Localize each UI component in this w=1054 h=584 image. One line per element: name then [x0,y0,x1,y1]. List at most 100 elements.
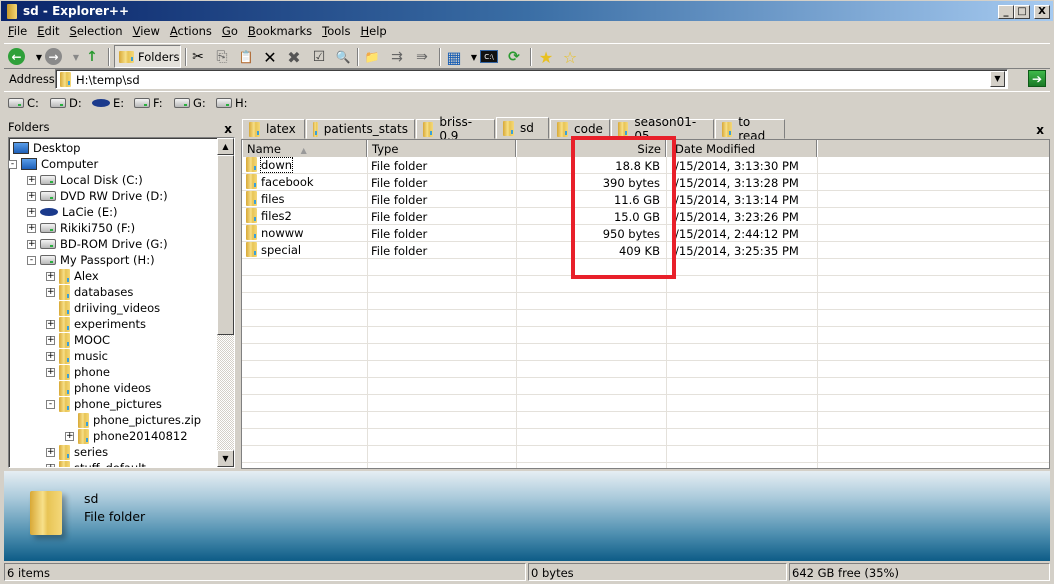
delete-icon[interactable]: ✕ [260,47,280,67]
column-size[interactable]: Size [516,140,666,157]
up-folder-icon[interactable]: ↑ [82,47,102,67]
file-row[interactable]: down File folder 18.8 KB/15/2014, 3:13:30 … [242,157,1049,174]
views-icon[interactable]: ▦ [444,47,464,67]
copy-icon[interactable]: ⎘ [212,47,232,67]
tree-scrollbar[interactable]: ▲ ▼ [217,138,234,467]
expand-icon[interactable]: + [46,320,55,329]
refresh-icon[interactable]: ⟳ [504,47,524,67]
tab-patients-stats[interactable]: patients_stats [306,119,415,139]
tree-node[interactable]: series [59,444,108,460]
menu-selection[interactable]: Selection [64,22,127,38]
back-icon[interactable]: ← [8,48,25,65]
collapse-icon[interactable]: - [9,160,17,169]
tab-code[interactable]: code [550,119,610,139]
address-input[interactable]: H:\temp\sd ▼ [55,69,1008,89]
tree-node[interactable]: experiments [59,316,146,332]
expand-icon[interactable]: + [46,368,55,377]
file-row[interactable]: files File folder 11.6 GB/15/2014, 3:13:14… [242,191,1049,208]
tree-node[interactable]: Alex [59,268,99,284]
expand-icon[interactable]: + [46,352,55,361]
expand-icon[interactable]: + [27,208,36,217]
tree-node[interactable]: My Passport (H:) [40,252,155,268]
menu-view[interactable]: View [127,22,164,38]
column-name[interactable]: Name ▲ [242,140,367,157]
move-to-icon[interactable]: ⇛ [412,47,432,67]
tree-node[interactable]: Computer [21,156,98,172]
cut-icon[interactable]: ✂ [188,47,208,67]
expand-icon[interactable]: + [46,272,55,281]
file-row[interactable]: facebook File folder 390 bytes/15/2014, 3:… [242,174,1049,191]
file-row[interactable]: nowww File folder 950 bytes/15/2014, 2:44:… [242,225,1049,242]
tree-node[interactable]: MOOC [59,332,110,348]
expand-icon[interactable]: + [46,448,55,457]
expand-icon[interactable]: + [46,288,55,297]
tab-season01-05[interactable]: season01-05 [611,115,714,143]
drive-h-button[interactable]: H: [216,96,248,110]
expand-icon[interactable]: + [27,240,36,249]
delete-permanently-icon[interactable]: ✖ [284,47,304,67]
drive-c-button[interactable]: C: [8,96,39,110]
bookmarks-icon[interactable]: ☆ [560,47,580,67]
command-prompt-icon[interactable]: C:\ [480,50,498,63]
expand-icon[interactable]: + [65,432,74,441]
collapse-icon[interactable]: - [27,256,36,265]
go-button[interactable]: ➔ [1028,70,1046,87]
add-bookmark-icon[interactable]: ★ [536,47,556,67]
search-icon[interactable]: 🔍 [333,47,353,67]
tree-node[interactable]: phone20140812 [78,428,188,444]
close-folders-pane-icon[interactable]: x [224,122,232,136]
new-folder-icon[interactable]: 📁 [362,47,382,67]
tree-node[interactable]: driiving_videos [59,300,160,316]
column-date-modified[interactable]: Date Modified [666,140,817,157]
menu-actions[interactable]: Actions [164,22,216,38]
expand-icon[interactable]: + [27,192,36,201]
scroll-down-icon[interactable]: ▼ [217,450,234,467]
tree-node[interactable]: BD-ROM Drive (G:) [40,236,168,252]
expand-icon[interactable]: + [46,464,55,467]
file-row[interactable]: special File folder 409 KB/15/2014, 3:25:3… [242,242,1049,259]
tab-briss-0-9[interactable]: briss-0.9 [416,115,495,143]
menu-help[interactable]: Help [354,22,390,38]
tree-node[interactable]: phone videos [59,380,151,396]
collapse-icon[interactable]: - [46,400,55,409]
drive-f-button[interactable]: F: [134,96,163,110]
tree-node[interactable]: phone_pictures [59,396,162,412]
minimize-button[interactable]: _ [998,5,1014,19]
tree-node[interactable]: phone [59,364,110,380]
tree-node[interactable]: databases [59,284,133,300]
close-tab-icon[interactable]: x [1036,123,1044,137]
expand-icon[interactable]: + [27,224,36,233]
tree-node[interactable]: Local Disk (C:) [40,172,143,188]
file-row[interactable]: files2 File folder 15.0 GB/15/2014, 3:23:2… [242,208,1049,225]
drive-e-button[interactable]: E: [92,96,124,110]
tab-latex[interactable]: latex [242,119,305,139]
folders-toggle-button[interactable]: Folders [114,45,181,68]
drive-d-button[interactable]: D: [50,96,82,110]
tree-node[interactable]: music [59,348,108,364]
tree-node[interactable]: phone_pictures.zip [78,412,201,428]
scroll-thumb[interactable] [217,155,234,335]
expand-icon[interactable]: + [27,176,36,185]
menu-tools[interactable]: Tools [316,22,354,38]
copy-to-icon[interactable]: ⇉ [387,47,407,67]
column-type[interactable]: Type [367,140,516,157]
tree-node[interactable]: stuff_default [59,460,146,467]
paste-icon[interactable]: 📋 [236,47,256,67]
tab-sd[interactable]: sd [496,117,549,139]
forward-icon[interactable]: → [45,48,62,65]
properties-icon[interactable]: ☑ [309,47,329,67]
tree-node[interactable]: Desktop [13,140,80,156]
tab-to-read[interactable]: to read [715,115,785,143]
tree-node[interactable]: DVD RW Drive (D:) [40,188,168,204]
menu-file[interactable]: File [2,22,31,38]
tree-node[interactable]: Rikiki750 (F:) [40,220,135,236]
drive-g-button[interactable]: G: [174,96,206,110]
scroll-up-icon[interactable]: ▲ [217,138,234,155]
expand-icon[interactable]: + [46,336,55,345]
maximize-button[interactable]: □ [1014,5,1030,19]
menu-bookmarks[interactable]: Bookmarks [242,22,316,38]
close-button[interactable]: X [1034,5,1050,19]
address-dropdown-icon[interactable]: ▼ [990,71,1005,87]
tree-node[interactable]: LaCie (E:) [40,204,118,220]
menu-go[interactable]: Go [216,22,242,38]
